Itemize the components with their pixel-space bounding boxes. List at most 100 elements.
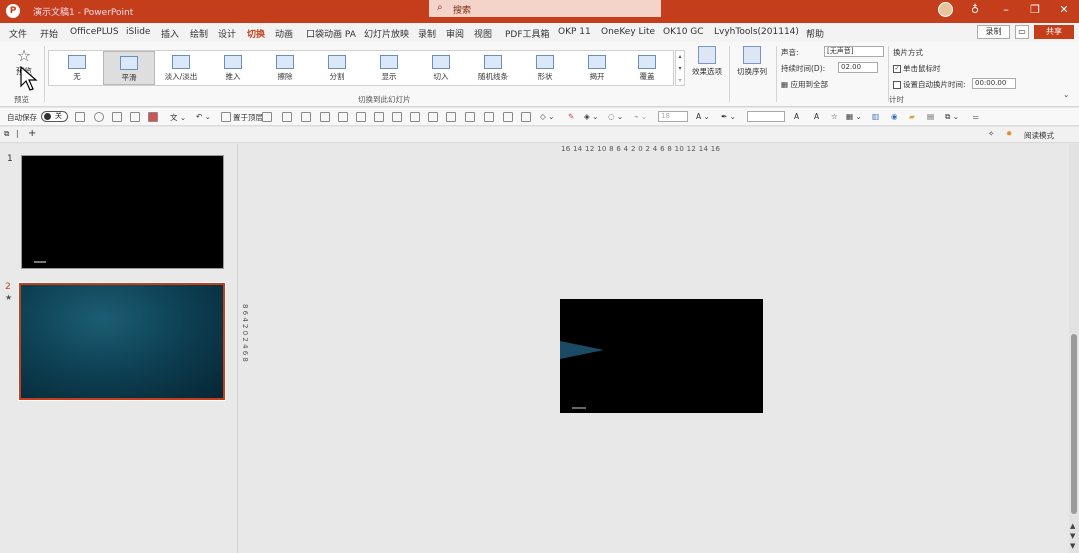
distribute-icon[interactable] bbox=[446, 112, 456, 122]
on-click-checkbox[interactable]: ✓ 单击鼠标时 bbox=[893, 63, 941, 74]
tab-transitions[interactable]: 切换 bbox=[247, 27, 266, 44]
minimize-icon[interactable]: – bbox=[998, 3, 1014, 17]
align-icon[interactable] bbox=[282, 112, 292, 122]
fill-icon[interactable]: ◈ ⌄ bbox=[584, 112, 598, 121]
tab-ok10gc[interactable]: OK10 GC bbox=[663, 27, 704, 37]
lightbulb-icon[interactable]: ♁ bbox=[967, 3, 983, 17]
gallery-scroll[interactable]: ▴ ▾ ▿ bbox=[675, 50, 685, 86]
picture-icon[interactable] bbox=[503, 112, 513, 122]
collapse-ribbon-icon[interactable]: ⌄ bbox=[1063, 90, 1069, 99]
align-top-icon[interactable] bbox=[338, 112, 348, 122]
after-time-checkbox[interactable]: 设置自动换片时间: bbox=[893, 79, 966, 90]
tab-onekey-lite[interactable]: OneKey Lite bbox=[601, 27, 655, 37]
sound-select[interactable]: [无声音] bbox=[824, 46, 884, 57]
apply-all-button[interactable]: ▦ 应用到全部 bbox=[781, 79, 828, 90]
more-icon[interactable]: ＝ bbox=[972, 112, 980, 123]
tab-pocket-animation[interactable]: 口袋动画 PA bbox=[306, 27, 356, 40]
folder-icon[interactable]: ▰ bbox=[909, 112, 915, 121]
table-icon[interactable]: ▦ ⌄ bbox=[846, 112, 862, 121]
scroll-end-icon[interactable]: ▼ bbox=[1070, 542, 1075, 550]
crop-icon[interactable] bbox=[521, 112, 531, 122]
record-button[interactable]: 录制 bbox=[977, 25, 1010, 39]
effect-uncover[interactable]: 揭开 bbox=[571, 51, 623, 85]
tab-file[interactable]: 文件 bbox=[9, 27, 27, 40]
tab-insert[interactable]: 插入 bbox=[161, 27, 179, 40]
smartart-icon[interactable]: ◉ bbox=[891, 112, 898, 121]
reading-mode-button[interactable]: 阅读模式 bbox=[1024, 130, 1054, 141]
effect-fade[interactable]: 淡入/淡出 bbox=[155, 51, 207, 85]
tab-help[interactable]: 帮助 bbox=[806, 27, 824, 40]
theme-color-icon[interactable] bbox=[148, 112, 158, 122]
search-input[interactable]: ⌕ 搜索 bbox=[429, 0, 661, 17]
tab-slideshow[interactable]: 幻灯片放映 bbox=[364, 27, 409, 40]
align-icon[interactable] bbox=[262, 112, 272, 122]
slide-thumbnail[interactable] bbox=[21, 155, 224, 269]
effect-split[interactable]: 分割 bbox=[311, 51, 363, 85]
align-left-icon[interactable] bbox=[392, 112, 402, 122]
tab-pdf-tools[interactable]: PDF工具箱 bbox=[505, 27, 550, 40]
effect-push[interactable]: 推入 bbox=[207, 51, 259, 85]
comment-icon[interactable]: ▭ bbox=[1015, 25, 1029, 39]
undo-icon[interactable]: ↶ ⌄ bbox=[196, 112, 211, 121]
align-bottom-icon[interactable] bbox=[374, 112, 384, 122]
scroll-up-icon[interactable]: ▲ bbox=[1070, 522, 1075, 530]
panel-icon[interactable]: | bbox=[16, 129, 19, 138]
share-button[interactable]: 共享 bbox=[1034, 25, 1074, 39]
settings-icon[interactable]: ✹ bbox=[1006, 129, 1012, 138]
autosave-toggle[interactable]: 关 bbox=[41, 111, 68, 122]
effect-wipe[interactable]: 擦除 bbox=[259, 51, 311, 85]
effect-morph[interactable]: 平滑 bbox=[103, 51, 155, 85]
effect-cover[interactable]: 覆盖 bbox=[621, 51, 673, 85]
tab-home[interactable]: 开始 bbox=[40, 27, 58, 40]
redo-icon[interactable] bbox=[94, 112, 104, 122]
shapes-icon[interactable]: ◇ ⌄ bbox=[540, 112, 554, 121]
tab-review[interactable]: 审阅 bbox=[446, 27, 464, 40]
text-icon[interactable]: 文 ⌄ bbox=[170, 112, 186, 123]
distribute-icon[interactable] bbox=[428, 112, 438, 122]
presenter-icon[interactable]: ▤ bbox=[927, 112, 934, 121]
duration-input[interactable]: 02.00 bbox=[838, 62, 878, 73]
align-middle-icon[interactable] bbox=[356, 112, 366, 122]
decrease-font-icon[interactable]: A bbox=[814, 112, 819, 121]
effect-shape[interactable]: 形状 bbox=[519, 51, 571, 85]
tab-draw[interactable]: 绘制 bbox=[190, 27, 208, 40]
tab-islide[interactable]: iSlide bbox=[126, 27, 150, 37]
scrollbar-thumb[interactable] bbox=[1071, 334, 1077, 514]
scroll-down-icon[interactable]: ▼ bbox=[1070, 532, 1075, 540]
tab-officeplus[interactable]: OfficePLUS bbox=[70, 27, 119, 37]
distribute-icon[interactable] bbox=[465, 112, 475, 122]
after-time-input[interactable]: 00:00.00 bbox=[972, 78, 1016, 89]
star-shape-icon[interactable]: ☆ bbox=[831, 112, 838, 121]
add-icon[interactable]: + bbox=[28, 128, 36, 139]
effect-options-button[interactable]: 效果选项 bbox=[690, 46, 724, 77]
tab-okp11[interactable]: OKP 11 bbox=[558, 27, 591, 37]
bring-forward-icon[interactable] bbox=[221, 112, 231, 122]
delete-icon[interactable] bbox=[130, 112, 140, 122]
highlight-icon[interactable]: ✒ ⌄ bbox=[721, 112, 736, 121]
font-color-icon[interactable]: A ⌄ bbox=[696, 112, 710, 121]
tab-animations[interactable]: 动画 bbox=[275, 27, 293, 40]
outline-icon[interactable]: ◌ ⌄ bbox=[608, 112, 623, 121]
close-icon[interactable]: ✕ bbox=[1056, 3, 1072, 17]
slide-canvas[interactable] bbox=[560, 299, 763, 413]
align-icon[interactable] bbox=[301, 112, 311, 122]
font-select[interactable] bbox=[747, 111, 785, 122]
tool-icon[interactable]: ✧ bbox=[988, 129, 994, 138]
format-painter-icon[interactable]: ✎ bbox=[568, 112, 574, 121]
align-center-icon[interactable] bbox=[410, 112, 420, 122]
tab-view[interactable]: 视图 bbox=[474, 27, 492, 40]
panel-icon[interactable]: ⧉ bbox=[4, 129, 9, 139]
effect-reveal[interactable]: 显示 bbox=[363, 51, 415, 85]
slide-thumbnail-selected[interactable] bbox=[18, 282, 226, 401]
bring-forward-label[interactable]: 置于顶层 bbox=[233, 112, 263, 123]
picture-icon[interactable] bbox=[484, 112, 494, 122]
align-icon[interactable] bbox=[320, 112, 330, 122]
transition-sequence-button[interactable]: 切换序列 bbox=[735, 46, 769, 77]
effect-random-bars[interactable]: 随机线条 bbox=[467, 51, 519, 85]
tab-lvyhtools[interactable]: LvyhTools(201114) bbox=[714, 27, 799, 37]
increase-font-icon[interactable]: A bbox=[794, 112, 799, 121]
tab-design[interactable]: 设计 bbox=[218, 27, 236, 40]
effect-none[interactable]: 无 bbox=[51, 51, 103, 85]
vertical-scrollbar[interactable]: ▲ ▼ ▼ bbox=[1069, 144, 1079, 553]
user-avatar[interactable] bbox=[938, 2, 953, 17]
